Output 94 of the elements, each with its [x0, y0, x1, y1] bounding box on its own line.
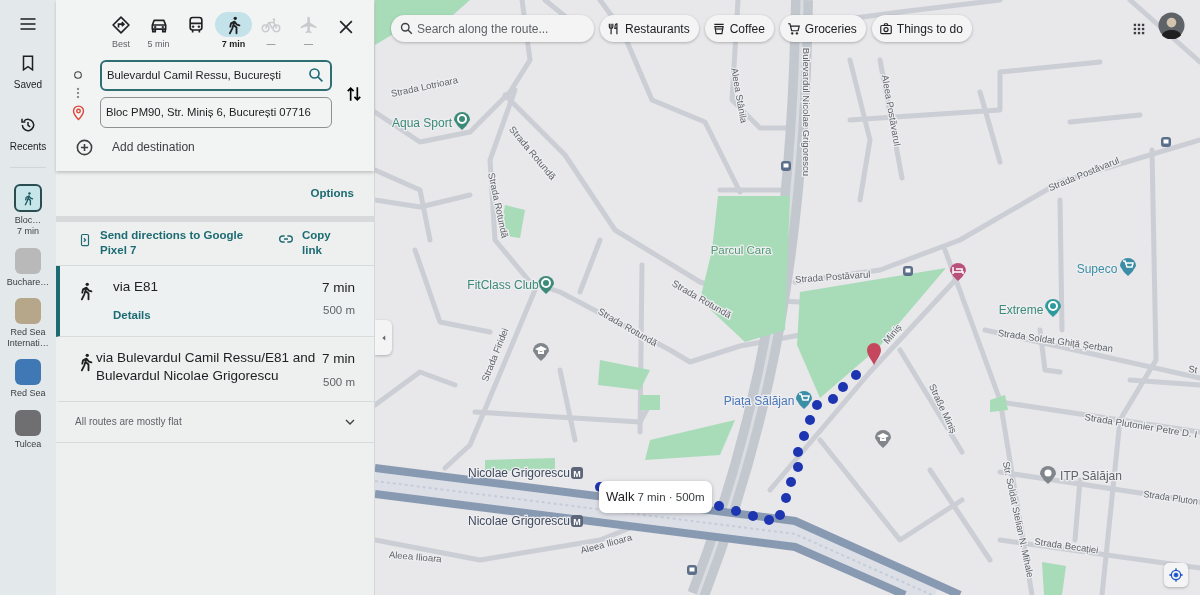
metro-badge: M [571, 515, 583, 527]
street-label: St [1187, 363, 1199, 376]
camera-icon [878, 21, 893, 36]
mortarboard-marker-icon[interactable] [875, 430, 891, 448]
search-icon [307, 65, 325, 84]
mortarboard-marker-icon[interactable] [533, 343, 549, 361]
recent-place-item[interactable]: Bloc… 7 min [1, 184, 55, 238]
recent-place-item[interactable]: Red Sea [1, 359, 55, 400]
street-label: Aleea Stânila [729, 66, 750, 124]
park-area [1042, 562, 1066, 595]
photo-placeholder [15, 359, 41, 386]
sport-place-marker-icon[interactable] [454, 112, 470, 130]
street-label: Strada Firidei [479, 326, 511, 383]
photo-placeholder [15, 409, 41, 436]
cart-marker-icon[interactable] [796, 391, 812, 409]
history-icon [19, 116, 37, 134]
fork-knife-icon [607, 21, 621, 36]
store-label: Supeco [1076, 262, 1118, 276]
square-label: Piața Sălăjan [723, 394, 795, 408]
destination-field[interactable]: Bloc PM90, Str. Miniș 6, București 07716 [100, 96, 332, 128]
bus-icon [186, 14, 206, 35]
route-distance: 500 m [322, 374, 355, 390]
route-summary-tooltip: Walk 7 min · 500m [599, 481, 712, 513]
bus-stop-icon[interactable] [781, 161, 791, 171]
station-label: Nicolae Grigorescu [468, 466, 570, 480]
street-label: Aleea Postăvarul [879, 74, 904, 147]
recent-place-item[interactable]: Buchare… [1, 247, 55, 288]
airplane-icon [298, 14, 319, 35]
send-to-phone-link[interactable]: Send directions to Google Pixel 7 [78, 227, 268, 259]
category-chip[interactable]: Things to do [871, 15, 972, 42]
options-link[interactable]: Options [310, 184, 354, 202]
place-label: FitClass Club [467, 278, 539, 292]
street-label: Bulevardul Nicolae Grigorescu [801, 47, 812, 177]
destination-pin-icon [867, 343, 881, 365]
street-label: Strada Lotrioara [389, 74, 459, 100]
recents-button[interactable]: Recents [1, 116, 55, 154]
recent-place-item[interactable]: Red Sea Internati… [1, 297, 55, 350]
route-name: via Bulevardul Camil Ressu/E81 and Bulevardul Nicolae Grigorescu [96, 349, 316, 385]
place-label: ITP Sălăjan [1060, 469, 1122, 483]
travel-time: 7 min [322, 350, 355, 369]
street-label: Strada Rotundă [486, 171, 511, 239]
search-icon [399, 21, 414, 36]
street-label: Aleea Ilioara [388, 548, 443, 565]
phone-icon [78, 232, 92, 247]
saved-button[interactable]: Saved [1, 54, 55, 92]
photo-placeholder [15, 247, 41, 274]
diamond-turn-icon [111, 14, 131, 35]
bus-stop-icon[interactable] [687, 565, 697, 575]
bed-marker-icon[interactable] [950, 263, 966, 281]
bus-stop-icon[interactable] [1161, 137, 1171, 147]
street-label: Strada Postăvarul [794, 268, 871, 285]
bus-stop-icon[interactable] [903, 266, 913, 276]
terrain-note: All routes are mostly flat [75, 415, 182, 430]
travel-mode-tab[interactable]: Best [103, 12, 139, 52]
street-label: Strada Becației [1033, 535, 1100, 556]
park-label: Parcul Cara [710, 244, 772, 256]
route-distance: 500 m [322, 303, 355, 319]
station-label: Nicolae Grigorescu [468, 514, 570, 528]
my-location-button[interactable] [1164, 563, 1188, 587]
route-name: via E81 [113, 277, 160, 296]
search-field[interactable]: Search along the route... [391, 15, 594, 42]
route-option[interactable]: via E81 Details 7 min 500 m [56, 265, 374, 338]
street-label: Straße Miniș [926, 382, 960, 435]
add-destination-button[interactable]: Add destination [112, 138, 195, 156]
origin-field[interactable]: Bulevardul Camil Ressu, București [100, 59, 332, 91]
photo-placeholder [15, 297, 41, 324]
park-area [990, 395, 1008, 412]
category-chip[interactable]: Restaurants [600, 15, 699, 42]
details-link[interactable]: Details [113, 307, 151, 325]
recent-place-item[interactable]: Tulcea [1, 409, 55, 450]
category-chip[interactable]: Groceries [779, 15, 866, 42]
locate-icon [1168, 567, 1184, 583]
travel-mode-tab[interactable]: 5 min [140, 12, 177, 52]
place-marker-icon[interactable] [1040, 466, 1056, 484]
place-label: Extreme [998, 303, 1044, 317]
add-circle-icon [74, 137, 94, 157]
street-label: Strada Pluton [1142, 488, 1200, 507]
cart-icon [786, 21, 801, 36]
apps-grid-icon [1132, 21, 1146, 36]
travel-time: 7 min [322, 278, 355, 297]
cart-marker-icon[interactable] [1120, 258, 1136, 276]
avatar-icon[interactable] [1158, 12, 1185, 39]
place-label: Aqua Sport [392, 116, 452, 130]
cup-icon [711, 21, 726, 36]
park-area [640, 395, 660, 410]
copy-link-button[interactable]: Copy link [278, 227, 338, 259]
sport-place-marker-icon[interactable] [538, 276, 554, 294]
category-chip[interactable]: Coffee [704, 15, 774, 42]
street-label: Strada Soldat Ghiță Șerban [997, 327, 1114, 355]
place-marker-icon[interactable] [1045, 299, 1061, 317]
park-area [598, 360, 650, 390]
street-label: Aleea Ilioara [579, 531, 633, 556]
metro-badge: M [571, 467, 583, 479]
route-option[interactable]: via Bulevardul Camil Ressu/E81 and Bulevardul Nicolae Grigorescu 7 min 500 m [56, 337, 374, 402]
